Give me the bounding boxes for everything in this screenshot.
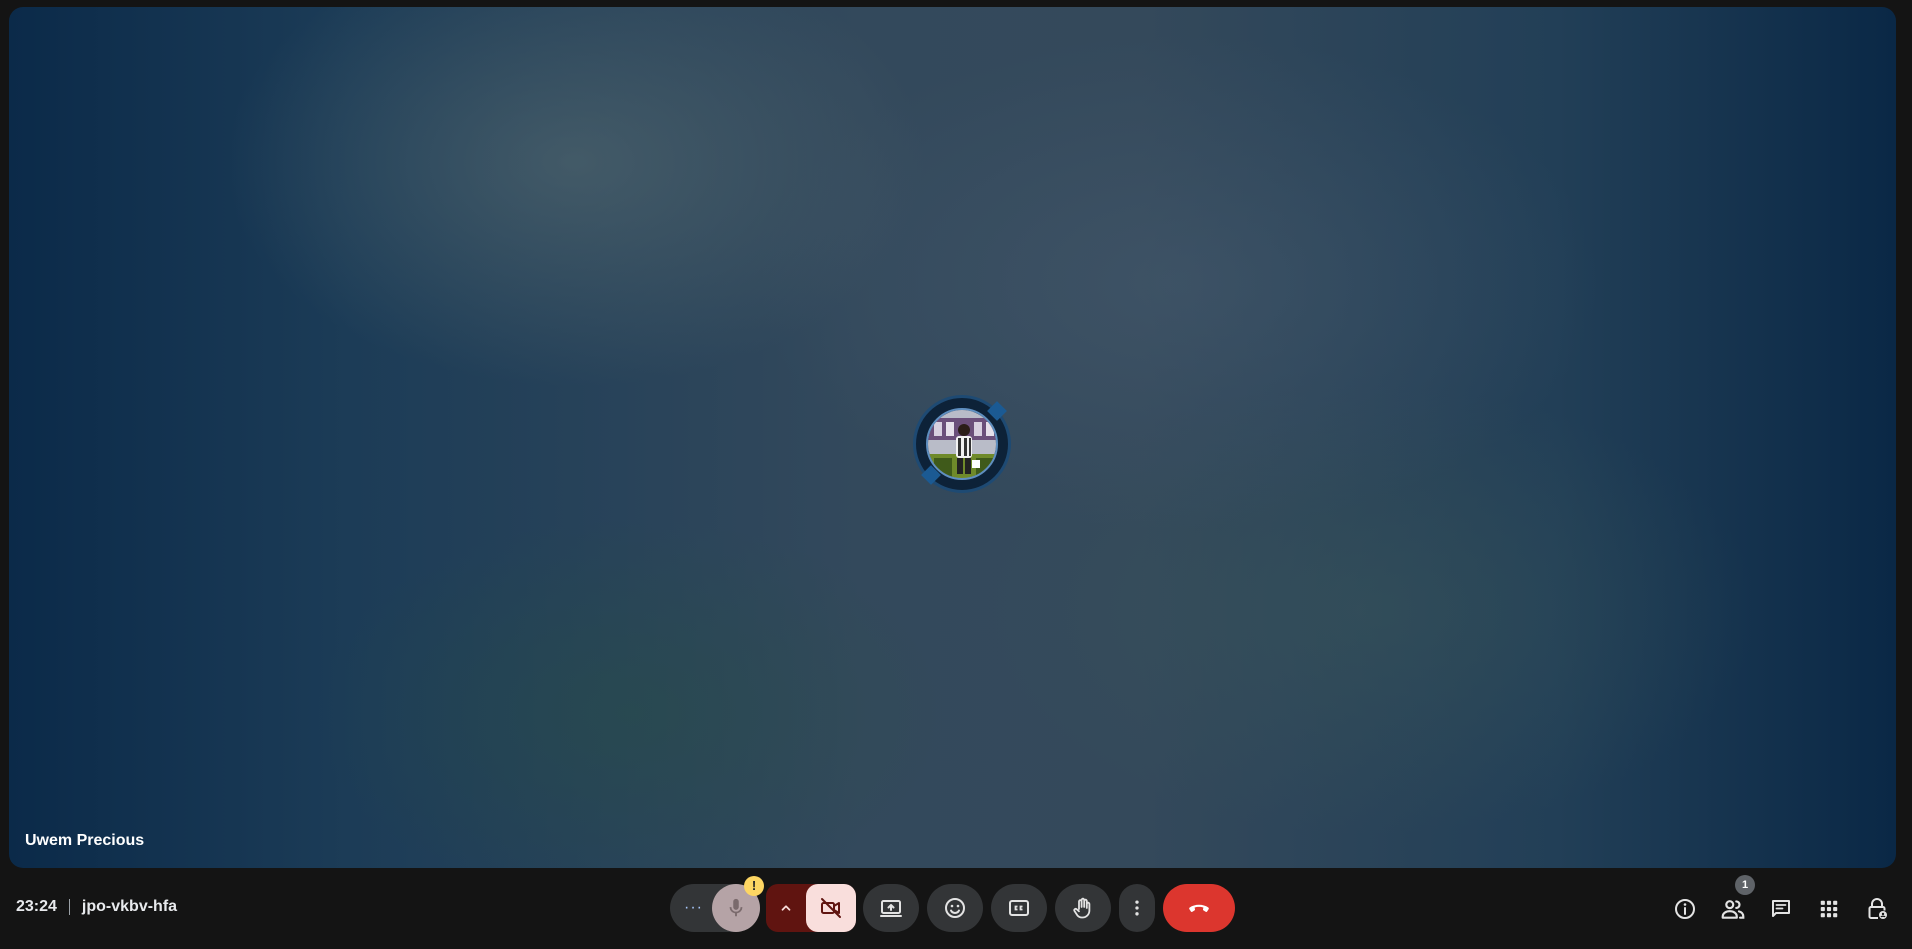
audio-options-button[interactable]: ··· [684, 899, 703, 917]
host-controls-button[interactable] [1864, 896, 1890, 922]
emoji-icon [945, 898, 965, 918]
raise-hand-icon [1073, 897, 1091, 919]
chevron-up-icon [781, 905, 791, 911]
meeting-time: 23:24 [16, 898, 57, 915]
participant-name: Uwem Precious [25, 832, 145, 849]
participant-avatar-ring [913, 395, 1011, 493]
meeting-details: 23:24 jpo-vkbv-hfa [16, 898, 177, 916]
camera-off-icon [821, 898, 841, 918]
camera-button[interactable] [806, 884, 856, 932]
info-icon [1675, 899, 1695, 919]
divider [68, 899, 70, 915]
chat-icon [1772, 900, 1790, 917]
speaking-indicator-accent [987, 401, 1007, 421]
present-screen-button[interactable] [863, 884, 919, 932]
mic-warning-badge: ! [744, 876, 764, 896]
participant-count-badge: 1 [1735, 875, 1755, 895]
send-reaction-button[interactable] [927, 884, 983, 932]
more-vert-icon [1135, 900, 1139, 916]
camera-control-group [766, 884, 856, 932]
participant-video-tile: Uwem Precious [9, 7, 1896, 868]
leave-call-button[interactable] [1163, 884, 1235, 932]
avatar-photo [928, 410, 996, 478]
meeting-toolbar: 23:24 jpo-vkbv-hfa ··· ! 1 [0, 868, 1912, 949]
captions-button[interactable] [991, 884, 1047, 932]
chat-button[interactable] [1768, 896, 1794, 922]
people-button[interactable] [1720, 896, 1746, 922]
meeting-details-button[interactable] [1672, 896, 1698, 922]
apps-grid-icon [1820, 900, 1838, 918]
more-options-button[interactable] [1119, 884, 1155, 932]
present-screen-icon [880, 900, 902, 917]
mic-icon [729, 898, 743, 917]
end-call-icon [1189, 904, 1209, 912]
activities-button[interactable] [1816, 896, 1842, 922]
closed-captions-icon [1009, 900, 1029, 916]
host-controls-lock-icon [1868, 898, 1887, 919]
camera-options-button[interactable] [774, 896, 798, 920]
people-icon [1721, 900, 1745, 919]
meeting-code: jpo-vkbv-hfa [81, 898, 178, 915]
avatar [926, 408, 998, 480]
raise-hand-button[interactable] [1055, 884, 1111, 932]
microphone-control-group: ··· ! [670, 876, 764, 932]
